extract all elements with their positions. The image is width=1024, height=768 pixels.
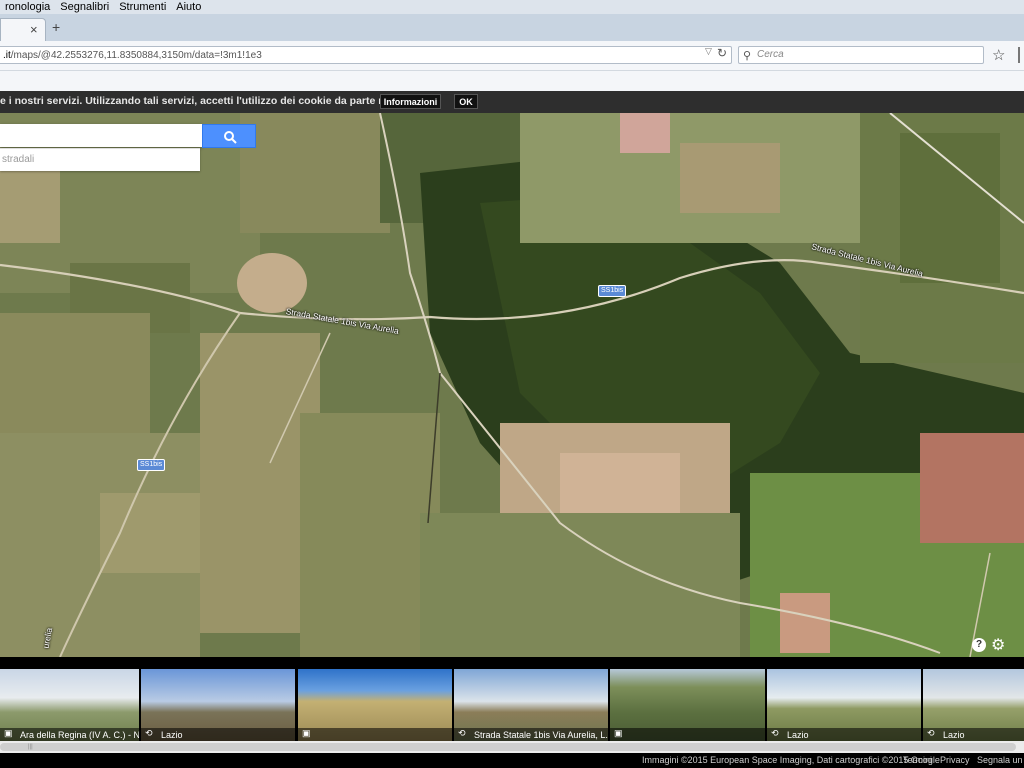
suggestion-text: stradali <box>2 154 35 165</box>
cookie-notice: e i nostri servizi. Utilizzando tali ser… <box>0 91 1024 113</box>
camera-icon: ▣ <box>4 728 13 738</box>
menu-bar: ronologia Segnalibri Strumenti Aiuto <box>0 0 1024 14</box>
report-problem-link[interactable]: Segnala un pr <box>977 755 1024 765</box>
url-history-dropdown-icon[interactable]: ▽ <box>705 46 712 57</box>
thumb-label: Ara della Regina (IV A. C.) - Necr... <box>20 730 139 740</box>
search-engine-icon: ⚲ <box>743 50 752 62</box>
photo-thumbnail[interactable]: ⟲ Lazio <box>767 669 921 741</box>
browser-tab[interactable]: × <box>0 18 46 42</box>
scrollbar-grip-icon: ||| <box>28 744 33 750</box>
map-search-button[interactable] <box>202 124 256 148</box>
road-shield-ss1bis: SS1bis <box>598 285 627 297</box>
url-path: /maps/@42.2553276,11.8350884,3150m/data=… <box>10 50 262 61</box>
search-bar[interactable]: ⚲ Cerca <box>738 46 984 64</box>
photo-thumbnail[interactable]: ⟲ Lazio <box>923 669 1024 741</box>
url-domain: .it <box>3 50 11 61</box>
toolbar-separator <box>1018 47 1020 63</box>
scrollbar-thumb[interactable] <box>0 743 1016 751</box>
camera-icon: ▣ <box>302 728 311 738</box>
thumb-caption: ⟲ Lazio <box>767 728 921 741</box>
photo-thumbnail[interactable]: ⟲ Lazio <box>141 669 295 741</box>
menu-help[interactable]: Aiuto <box>171 0 206 14</box>
imagery-attribution: Immagini ©2015 European Space Imaging, D… <box>642 755 940 765</box>
terms-link[interactable]: Termini <box>903 755 932 765</box>
cookie-info-button[interactable]: Informazioni <box>380 94 441 109</box>
map-search-input[interactable] <box>0 124 202 147</box>
thumb-caption: ⟲ Strada Statale 1bis Via Aurelia, L... <box>454 728 608 741</box>
photo-thumbnail[interactable]: ⟲ Strada Statale 1bis Via Aurelia, L... <box>454 669 608 741</box>
reload-icon[interactable]: ↻ <box>717 46 727 60</box>
thumb-caption: ▣ <box>298 728 452 741</box>
url-bar[interactable]: .it/maps/@42.2553276,11.8350884,3150m/da… <box>0 46 732 64</box>
close-tab-icon[interactable]: × <box>30 23 38 37</box>
toolbar-spacer <box>0 71 1024 91</box>
menu-tools[interactable]: Strumenti <box>114 0 171 14</box>
tab-strip: × <box>0 14 1024 42</box>
thumb-caption: ⟲ Lazio <box>141 728 295 741</box>
privacy-link[interactable]: Privacy <box>940 755 970 765</box>
thumb-label: Lazio <box>161 730 183 740</box>
thumb-caption: ⟲ Lazio <box>923 728 1024 741</box>
cookie-text: e i nostri servizi. Utilizzando tali ser… <box>0 95 414 107</box>
settings-gear-icon[interactable]: ⚙ <box>991 635 1005 655</box>
search-suggestion[interactable]: stradali <box>0 148 200 171</box>
map-footer: Immagini ©2015 European Space Imaging, D… <box>0 754 1024 768</box>
panorama-icon: ⟲ <box>927 728 935 738</box>
satellite-imagery <box>0 113 1024 657</box>
panorama-icon: ⟲ <box>145 728 153 738</box>
photo-thumbnail[interactable]: ▣ <box>298 669 452 741</box>
search-placeholder: Cerca <box>757 49 784 60</box>
panorama-icon: ⟲ <box>458 728 466 738</box>
thumb-label: Strada Statale 1bis Via Aurelia, L... <box>474 730 608 740</box>
help-icon[interactable]: ? <box>972 638 986 652</box>
photo-thumbnail[interactable]: ▣ <box>610 669 765 741</box>
menu-history[interactable]: ronologia <box>0 0 55 14</box>
photo-thumbnail[interactable]: ▣ Ara della Regina (IV A. C.) - Necr... <box>0 669 139 741</box>
satellite-map[interactable]: Strada Statale 1bis Via Aurelia Strada S… <box>0 113 1024 657</box>
panorama-icon: ⟲ <box>771 728 779 738</box>
thumb-caption: ▣ <box>610 728 765 741</box>
thumb-caption: ▣ Ara della Regina (IV A. C.) - Necr... <box>0 728 139 741</box>
camera-icon: ▣ <box>614 728 623 738</box>
search-icon <box>224 131 237 144</box>
thumb-label: Lazio <box>943 730 965 740</box>
menu-bookmarks[interactable]: Segnalibri <box>55 0 114 14</box>
road-shield-ss1bis-west: SS1bis <box>137 459 166 471</box>
new-tab-icon[interactable]: + <box>52 20 60 34</box>
cookie-ok-button[interactable]: OK <box>454 94 478 109</box>
bookmark-star-icon[interactable]: ☆ <box>992 46 1005 64</box>
thumb-label: Lazio <box>787 730 809 740</box>
